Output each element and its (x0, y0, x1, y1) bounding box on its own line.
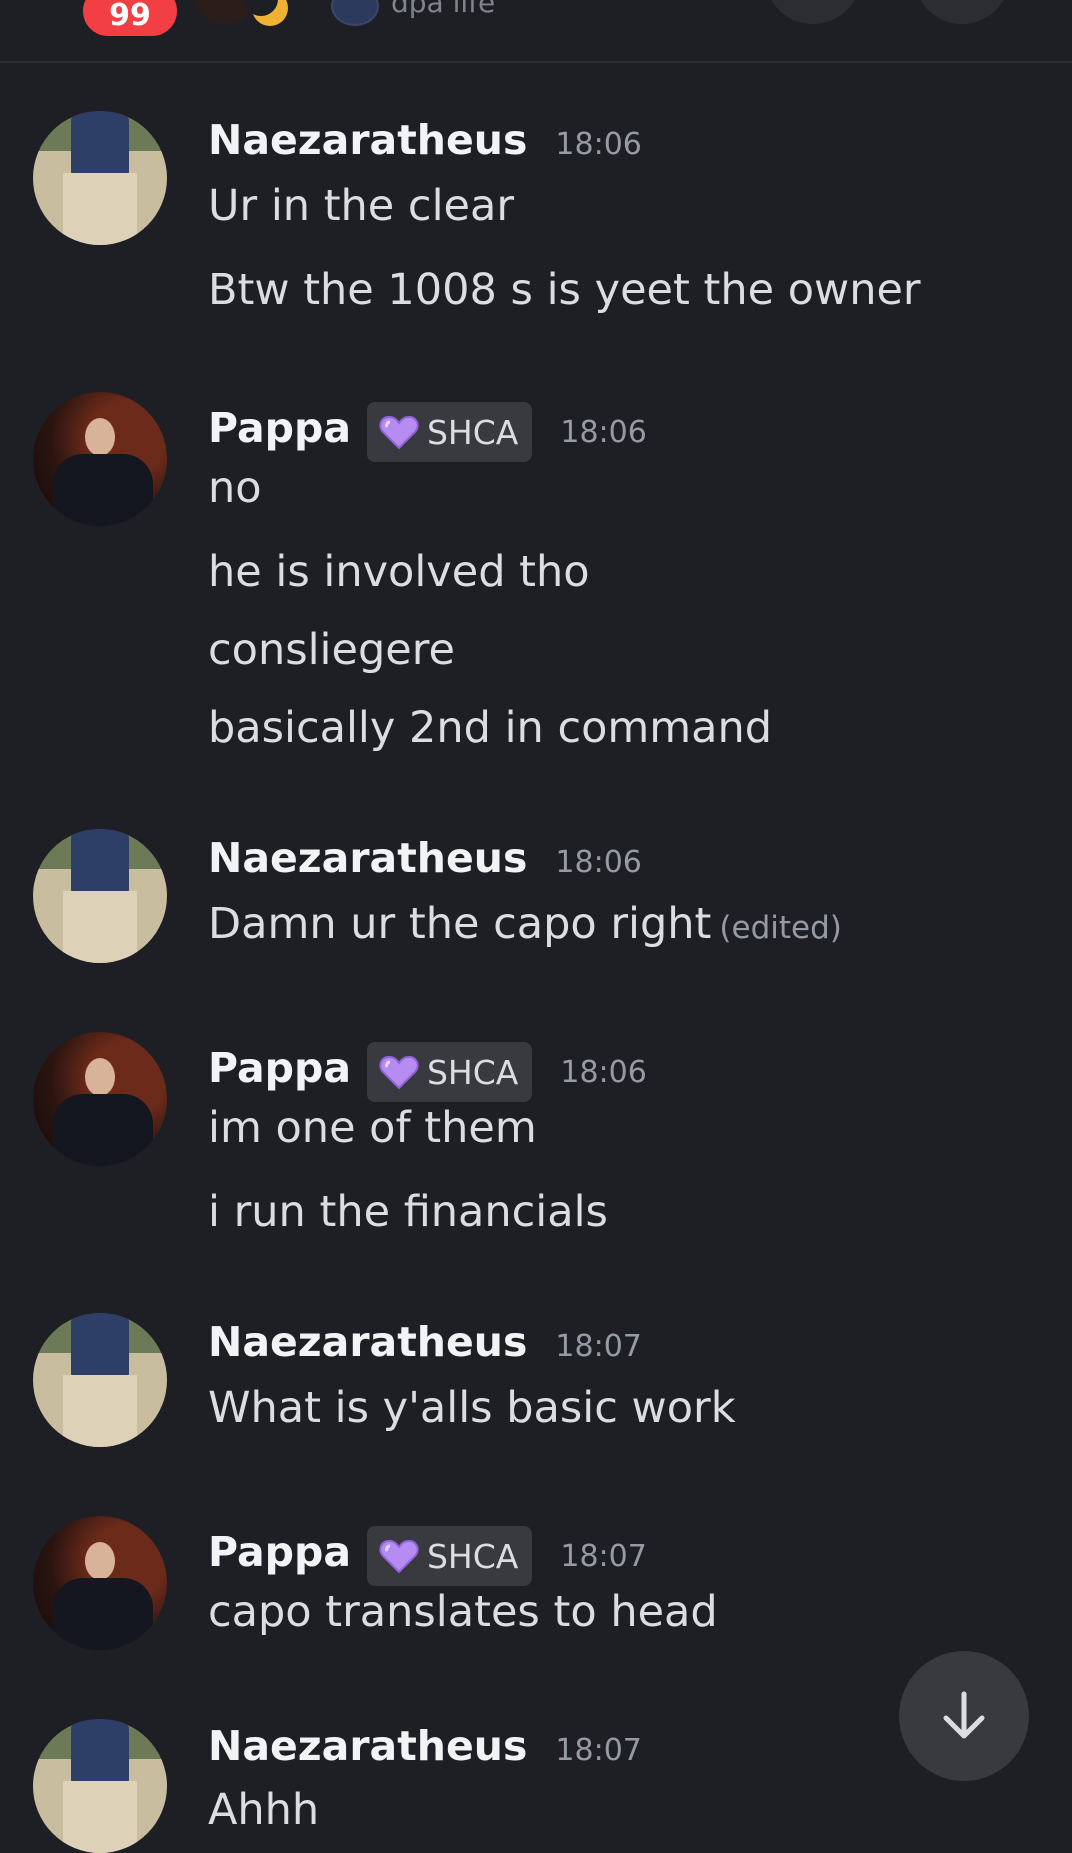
avatar[interactable] (33, 392, 167, 526)
edited-label: (edited) (719, 910, 842, 946)
arrow-down-icon (943, 1691, 985, 1739)
message-line[interactable]: he is involved tho (208, 547, 590, 597)
idle-status-icon (244, 0, 288, 26)
message-line[interactable]: Ahhh (208, 1785, 319, 1835)
username[interactable]: Naezaratheus (208, 834, 527, 882)
username[interactable]: Pappa (208, 1044, 351, 1092)
username[interactable]: Naezaratheus (208, 1318, 527, 1366)
avatar[interactable] (33, 1719, 167, 1853)
message-line[interactable]: Btw the 1008 s is yeet the owner (208, 265, 921, 315)
message-text: Damn ur the capo right (208, 899, 712, 949)
timestamp: 18:06 (560, 415, 647, 450)
server-name[interactable]: dpa life (391, 0, 495, 19)
avatar[interactable] (33, 829, 167, 963)
role-label: SHCA (426, 412, 519, 452)
scroll-to-bottom-button[interactable] (899, 1651, 1029, 1781)
message-line[interactable]: Ur in the clear (208, 181, 514, 231)
role-tag[interactable]: SHCA (366, 1042, 533, 1102)
username[interactable]: Naezaratheus (208, 1722, 527, 1770)
message-line[interactable]: What is y'alls basic work (208, 1383, 736, 1433)
message-line[interactable]: i run the financials (208, 1187, 608, 1237)
timestamp: 18:06 (560, 1055, 647, 1090)
unread-badge[interactable]: 99 (83, 0, 177, 36)
heart-icon (379, 415, 419, 450)
message-line[interactable]: consliegere (208, 625, 455, 675)
search-button[interactable] (914, 0, 1010, 24)
role-label: SHCA (426, 1052, 519, 1092)
server-icon[interactable] (331, 0, 379, 26)
avatar[interactable] (33, 111, 167, 245)
channel-top-bar: 99 dpa life (0, 0, 1072, 63)
avatar[interactable] (33, 1313, 167, 1447)
message-line[interactable]: im one of them (208, 1103, 537, 1153)
call-button[interactable] (765, 0, 861, 24)
timestamp: 18:07 (555, 1329, 642, 1364)
heart-icon (379, 1055, 419, 1090)
unread-count: 99 (109, 0, 151, 33)
heart-icon (379, 1539, 419, 1574)
avatar[interactable] (33, 1516, 167, 1650)
timestamp: 18:06 (555, 845, 642, 880)
message-line[interactable]: no (208, 463, 262, 513)
role-tag[interactable]: SHCA (366, 1526, 533, 1586)
avatar[interactable] (33, 1032, 167, 1166)
username[interactable]: Naezaratheus (208, 116, 527, 164)
timestamp: 18:07 (555, 1733, 642, 1768)
timestamp: 18:07 (560, 1539, 647, 1574)
message-line[interactable]: capo translates to head (208, 1587, 718, 1637)
role-tag[interactable]: SHCA (366, 402, 533, 462)
message-line[interactable]: Damn ur the capo right (edited) (208, 899, 842, 949)
message-line[interactable]: basically 2nd in command (208, 703, 772, 753)
timestamp: 18:06 (555, 127, 642, 162)
username[interactable]: Pappa (208, 1528, 351, 1576)
role-label: SHCA (426, 1536, 519, 1576)
username[interactable]: Pappa (208, 404, 351, 452)
